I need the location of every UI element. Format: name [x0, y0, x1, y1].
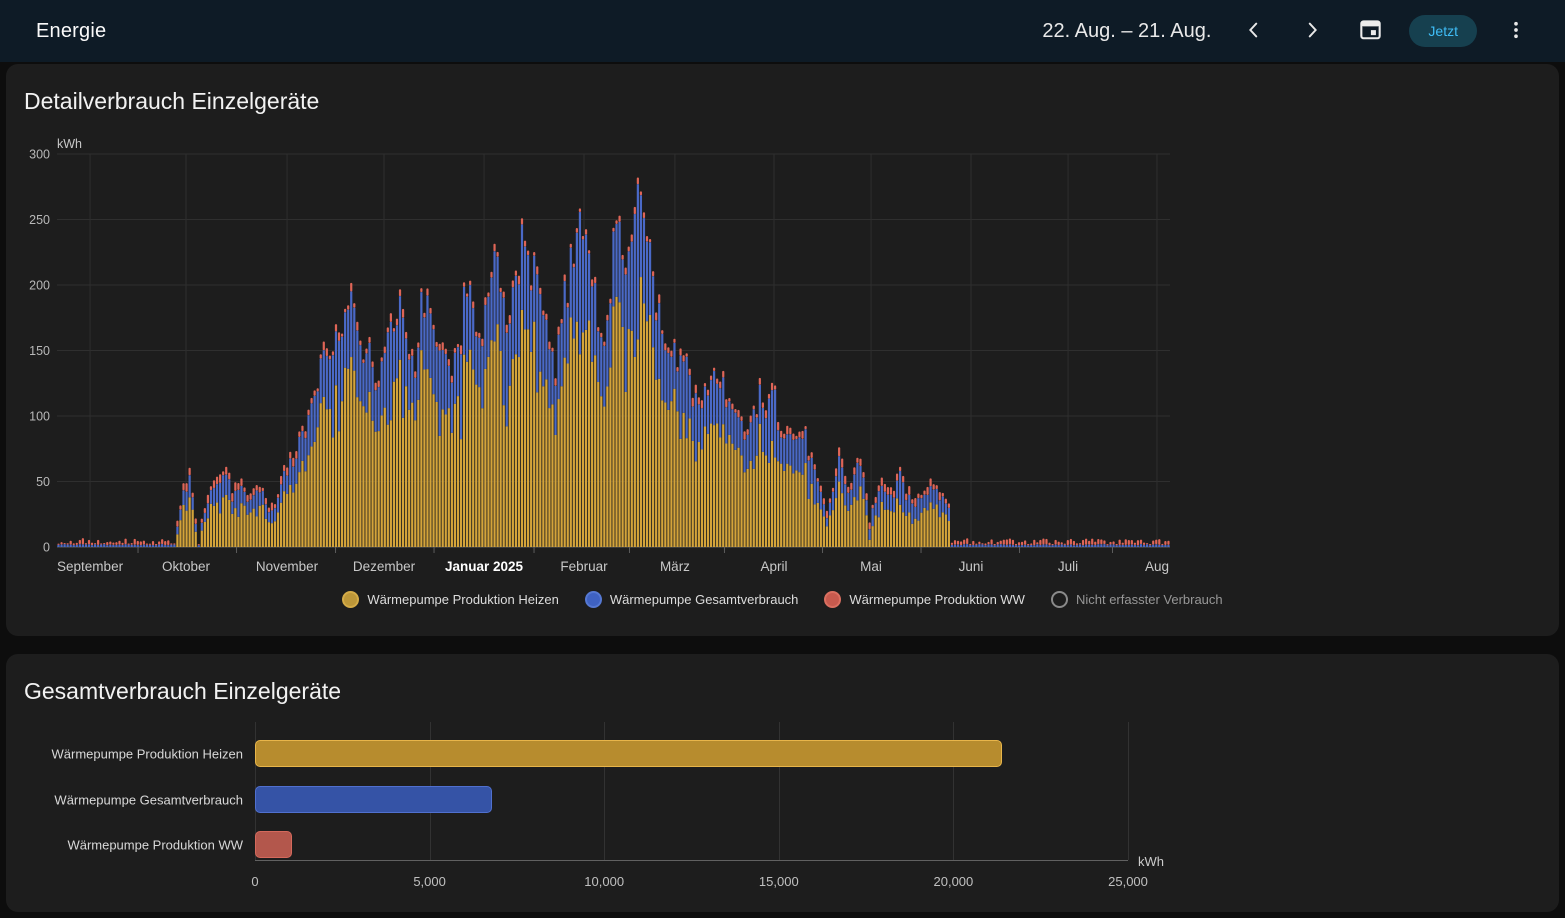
svg-text:Januar 2025: Januar 2025	[445, 559, 524, 574]
calendar-icon	[1358, 17, 1383, 45]
legend-color-ww-icon	[824, 591, 841, 608]
detail-stacked-bar-chart[interactable]: 0 50 100 150 200 250 300 September Oktober Novemb…	[6, 64, 1188, 636]
svg-text:kWh: kWh	[57, 137, 82, 151]
chevron-right-icon	[1301, 19, 1323, 44]
menu-button[interactable]	[1495, 10, 1537, 52]
svg-text:April: April	[760, 559, 787, 574]
x-axis-unit-label: kWh	[1138, 854, 1164, 869]
svg-text:Aug: Aug	[1145, 559, 1169, 574]
dots-vertical-icon	[1505, 19, 1527, 44]
svg-text:Juni: Juni	[959, 559, 984, 574]
svg-text:März: März	[660, 559, 690, 574]
legend-color-heizen-icon	[342, 591, 359, 608]
calendar-button[interactable]	[1349, 10, 1391, 52]
svg-text:250: 250	[29, 213, 50, 227]
category-label: Wärmepumpe Produktion WW	[6, 837, 249, 852]
svg-text:150: 150	[29, 344, 50, 358]
svg-text:September: September	[57, 559, 124, 574]
hbar-gesamtverbrauch[interactable]	[255, 786, 492, 813]
detail-chart-card: Detailverbrauch Einzelgeräte 05010015020…	[6, 64, 1559, 636]
legend-color-inactive-icon	[1051, 591, 1068, 608]
svg-text:Februar: Februar	[560, 559, 608, 574]
total-row-ww: Wärmepumpe Produktion WW	[6, 831, 1559, 858]
app-header: Energie 22. Aug. – 21. Aug. Jetzt	[0, 0, 1565, 62]
header-controls: 22. Aug. – 21. Aug. Jetzt	[1042, 10, 1545, 52]
svg-text:300: 300	[29, 148, 50, 162]
prev-period-button[interactable]	[1233, 10, 1275, 52]
next-period-button[interactable]	[1291, 10, 1333, 52]
legend-item-ww[interactable]: Wärmepumpe Produktion WW	[824, 591, 1025, 608]
svg-text:100: 100	[29, 410, 50, 424]
legend-item-gesamtverbrauch[interactable]: Wärmepumpe Gesamtverbrauch	[585, 591, 799, 608]
hbar-heizen[interactable]	[255, 740, 1002, 767]
svg-text:Oktober: Oktober	[162, 559, 211, 574]
date-range-label: 22. Aug. – 21. Aug.	[1042, 20, 1211, 43]
total-chart-card: Gesamtverbrauch Einzelgeräte Wärmepumpe …	[6, 654, 1559, 912]
hbar-ww[interactable]	[255, 831, 292, 858]
svg-text:50: 50	[36, 475, 50, 489]
x-axis-tick-labels: 05,00010,00015,00020,00025,000	[255, 874, 1128, 892]
svg-text:200: 200	[29, 279, 50, 293]
legend-color-gesamtverbrauch-icon	[585, 591, 602, 608]
category-label: Wärmepumpe Gesamtverbrauch	[6, 792, 249, 807]
svg-text:Dezember: Dezember	[353, 559, 416, 574]
x-axis-line	[255, 860, 1128, 861]
total-bar-chart: Wärmepumpe Produktion Heizen Wärmepumpe …	[6, 654, 1559, 912]
chart-legend: Wärmepumpe Produktion Heizen Wärmepumpe …	[6, 591, 1559, 608]
category-label: Wärmepumpe Produktion Heizen	[6, 746, 249, 761]
total-row-gesamtverbrauch: Wärmepumpe Gesamtverbrauch	[6, 786, 1559, 813]
svg-text:Juli: Juli	[1058, 559, 1078, 574]
svg-text:Mai: Mai	[860, 559, 882, 574]
legend-item-heizen[interactable]: Wärmepumpe Produktion Heizen	[342, 591, 558, 608]
chevron-left-icon	[1243, 19, 1265, 44]
svg-text:November: November	[256, 559, 319, 574]
now-button[interactable]: Jetzt	[1409, 15, 1477, 47]
main-content: Detailverbrauch Einzelgeräte 05010015020…	[0, 62, 1565, 912]
legend-item-nicht-erfasster-verbrauch[interactable]: Nicht erfasster Verbrauch	[1051, 591, 1223, 608]
svg-text:0: 0	[43, 541, 50, 555]
total-row-heizen: Wärmepumpe Produktion Heizen	[6, 740, 1559, 767]
page-title: Energie	[36, 20, 106, 43]
